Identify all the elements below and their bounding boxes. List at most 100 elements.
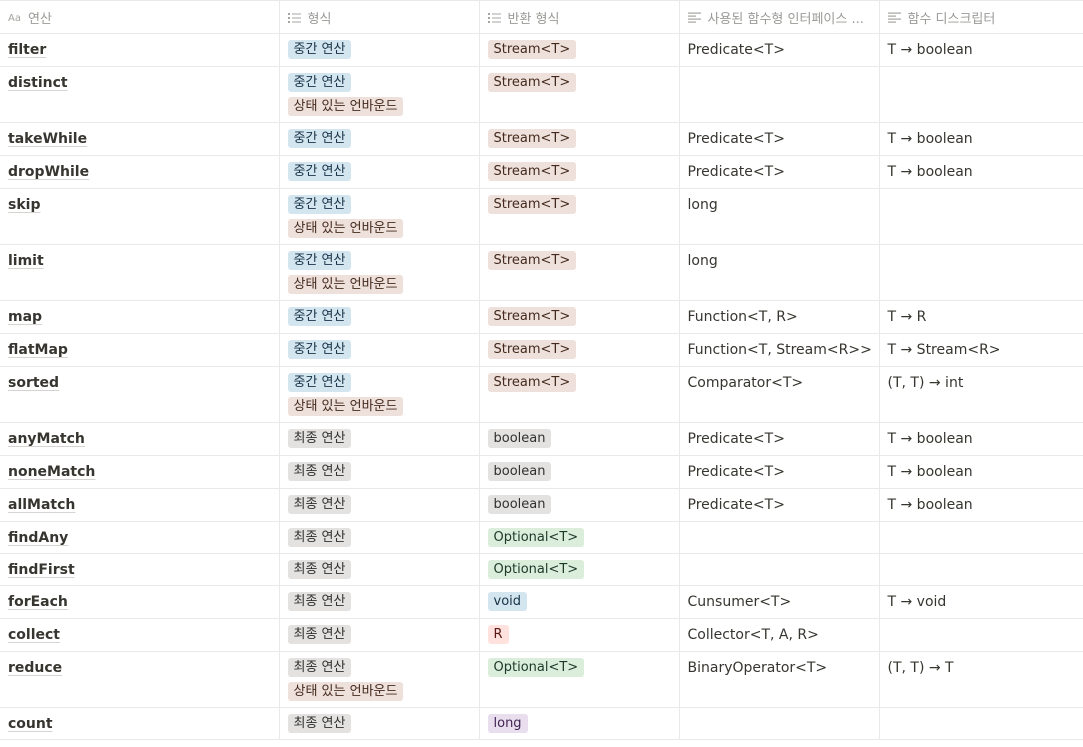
op-name-link[interactable]: map	[8, 309, 42, 325]
descriptor-cell[interactable]: (T, T) → int	[879, 366, 1083, 423]
op-name-link[interactable]: allMatch	[8, 497, 75, 513]
interface-cell[interactable]: long	[679, 188, 880, 245]
interface-cell[interactable]: Predicate<T>	[679, 488, 880, 522]
return-type-cell[interactable]: boolean	[479, 422, 680, 456]
op-cell[interactable]: findFirst	[0, 553, 280, 586]
table-row[interactable]: collect 최종 연산 R Collector<T, A, R>	[0, 618, 1083, 652]
return-type-cell[interactable]: Stream<T>	[479, 66, 680, 123]
return-type-cell[interactable]: boolean	[479, 455, 680, 489]
descriptor-cell[interactable]	[879, 244, 1083, 301]
descriptor-cell[interactable]	[879, 521, 1083, 554]
table-row[interactable]: findAny 최종 연산 Optional<T>	[0, 521, 1083, 554]
return-type-cell[interactable]: Stream<T>	[479, 188, 680, 245]
descriptor-cell[interactable]: T → boolean	[879, 422, 1083, 456]
column-header-descriptor[interactable]: 함수 디스크립터	[879, 0, 1083, 34]
interface-cell[interactable]: BinaryOperator<T>	[679, 651, 880, 708]
op-name-link[interactable]: findFirst	[8, 562, 75, 578]
table-row[interactable]: anyMatch 최종 연산 boolean Predicate<T> T → bool…	[0, 422, 1083, 456]
return-type-cell[interactable]: Stream<T>	[479, 33, 680, 67]
op-name-link[interactable]: flatMap	[8, 342, 68, 358]
return-type-cell[interactable]: void	[479, 585, 680, 619]
type-cell[interactable]: 중간 연산	[279, 155, 480, 189]
op-cell[interactable]: collect	[0, 618, 280, 652]
return-type-cell[interactable]: Optional<T>	[479, 651, 680, 708]
table-row[interactable]: skip 중간 연산 상태 있는 언바운드 Stream<T> long	[0, 188, 1083, 245]
op-cell[interactable]: filter	[0, 33, 280, 67]
op-cell[interactable]: allMatch	[0, 488, 280, 522]
type-cell[interactable]: 중간 연산 상태 있는 언바운드	[279, 244, 480, 301]
op-cell[interactable]: anyMatch	[0, 422, 280, 456]
op-cell[interactable]: skip	[0, 188, 280, 245]
table-row[interactable]: dropWhile 중간 연산 Stream<T> Predicate<T> T → b…	[0, 155, 1083, 189]
type-cell[interactable]: 중간 연산 상태 있는 언바운드	[279, 66, 480, 123]
descriptor-cell[interactable]: T → boolean	[879, 488, 1083, 522]
op-name-link[interactable]: limit	[8, 253, 44, 269]
table-row[interactable]: filter 중간 연산 Stream<T> Predicate<T> T → bool…	[0, 33, 1083, 67]
descriptor-cell[interactable]: T → boolean	[879, 455, 1083, 489]
op-name-link[interactable]: anyMatch	[8, 431, 85, 447]
return-type-cell[interactable]: long	[479, 707, 680, 740]
return-type-cell[interactable]: Stream<T>	[479, 366, 680, 423]
op-name-link[interactable]: takeWhile	[8, 131, 87, 147]
op-cell[interactable]: findAny	[0, 521, 280, 554]
table-row[interactable]: flatMap 중간 연산 Stream<T> Function<T, Stream<…	[0, 333, 1083, 367]
interface-cell[interactable]: Predicate<T>	[679, 455, 880, 489]
column-header-op[interactable]: Aa 연산	[0, 0, 280, 34]
table-row[interactable]: count 최종 연산 long	[0, 707, 1083, 740]
table-row[interactable]: findFirst 최종 연산 Optional<T>	[0, 553, 1083, 586]
descriptor-cell[interactable]: T → Stream<R>	[879, 333, 1083, 367]
descriptor-cell[interactable]	[879, 188, 1083, 245]
type-cell[interactable]: 중간 연산	[279, 33, 480, 67]
op-name-link[interactable]: findAny	[8, 530, 68, 546]
column-header-return-type[interactable]: 반환 형식	[479, 0, 680, 34]
op-name-link[interactable]: forEach	[8, 594, 68, 610]
table-row[interactable]: limit 중간 연산 상태 있는 언바운드 Stream<T> long	[0, 244, 1083, 301]
type-cell[interactable]: 최종 연산	[279, 553, 480, 586]
op-cell[interactable]: reduce	[0, 651, 280, 708]
return-type-cell[interactable]: boolean	[479, 488, 680, 522]
type-cell[interactable]: 최종 연산	[279, 422, 480, 456]
type-cell[interactable]: 최종 연산	[279, 618, 480, 652]
op-cell[interactable]: count	[0, 707, 280, 740]
descriptor-cell[interactable]: T → boolean	[879, 155, 1083, 189]
interface-cell[interactable]: Function<T, R>	[679, 300, 880, 334]
interface-cell[interactable]	[679, 66, 880, 123]
table-row[interactable]: takeWhile 중간 연산 Stream<T> Predicate<T> T → b…	[0, 122, 1083, 156]
op-name-link[interactable]: filter	[8, 42, 46, 58]
return-type-cell[interactable]: Optional<T>	[479, 521, 680, 554]
op-name-link[interactable]: dropWhile	[8, 164, 89, 180]
interface-cell[interactable]: long	[679, 244, 880, 301]
op-name-link[interactable]: sorted	[8, 375, 59, 391]
op-cell[interactable]: limit	[0, 244, 280, 301]
column-header-type[interactable]: 형식	[279, 0, 480, 34]
descriptor-cell[interactable]	[879, 66, 1083, 123]
table-row[interactable]: map 중간 연산 Stream<T> Function<T, R> T → R	[0, 300, 1083, 334]
descriptor-cell[interactable]	[879, 553, 1083, 586]
op-cell[interactable]: forEach	[0, 585, 280, 619]
interface-cell[interactable]	[679, 553, 880, 586]
descriptor-cell[interactable]	[879, 618, 1083, 652]
descriptor-cell[interactable]	[879, 707, 1083, 740]
return-type-cell[interactable]: Stream<T>	[479, 300, 680, 334]
op-name-link[interactable]: reduce	[8, 660, 62, 676]
table-row[interactable]: allMatch 최종 연산 boolean Predicate<T> T → bool…	[0, 488, 1083, 522]
interface-cell[interactable]	[679, 707, 880, 740]
return-type-cell[interactable]: Stream<T>	[479, 244, 680, 301]
descriptor-cell[interactable]: T → boolean	[879, 122, 1083, 156]
return-type-cell[interactable]: Optional<T>	[479, 553, 680, 586]
return-type-cell[interactable]: R	[479, 618, 680, 652]
type-cell[interactable]: 중간 연산	[279, 300, 480, 334]
descriptor-cell[interactable]: T → boolean	[879, 33, 1083, 67]
op-name-link[interactable]: collect	[8, 627, 60, 643]
table-row[interactable]: distinct 중간 연산 상태 있는 언바운드 Stream<T>	[0, 66, 1083, 123]
table-row[interactable]: noneMatch 최종 연산 boolean Predicate<T> T → boo…	[0, 455, 1083, 489]
interface-cell[interactable]: Cunsumer<T>	[679, 585, 880, 619]
type-cell[interactable]: 최종 연산	[279, 707, 480, 740]
op-cell[interactable]: distinct	[0, 66, 280, 123]
table-row[interactable]: reduce 최종 연산 상태 있는 언바운드 Optional<T> BinaryOp…	[0, 651, 1083, 708]
op-name-link[interactable]: count	[8, 716, 53, 732]
interface-cell[interactable]: Predicate<T>	[679, 122, 880, 156]
interface-cell[interactable]: Collector<T, A, R>	[679, 618, 880, 652]
descriptor-cell[interactable]: (T, T) → T	[879, 651, 1083, 708]
type-cell[interactable]: 최종 연산	[279, 521, 480, 554]
